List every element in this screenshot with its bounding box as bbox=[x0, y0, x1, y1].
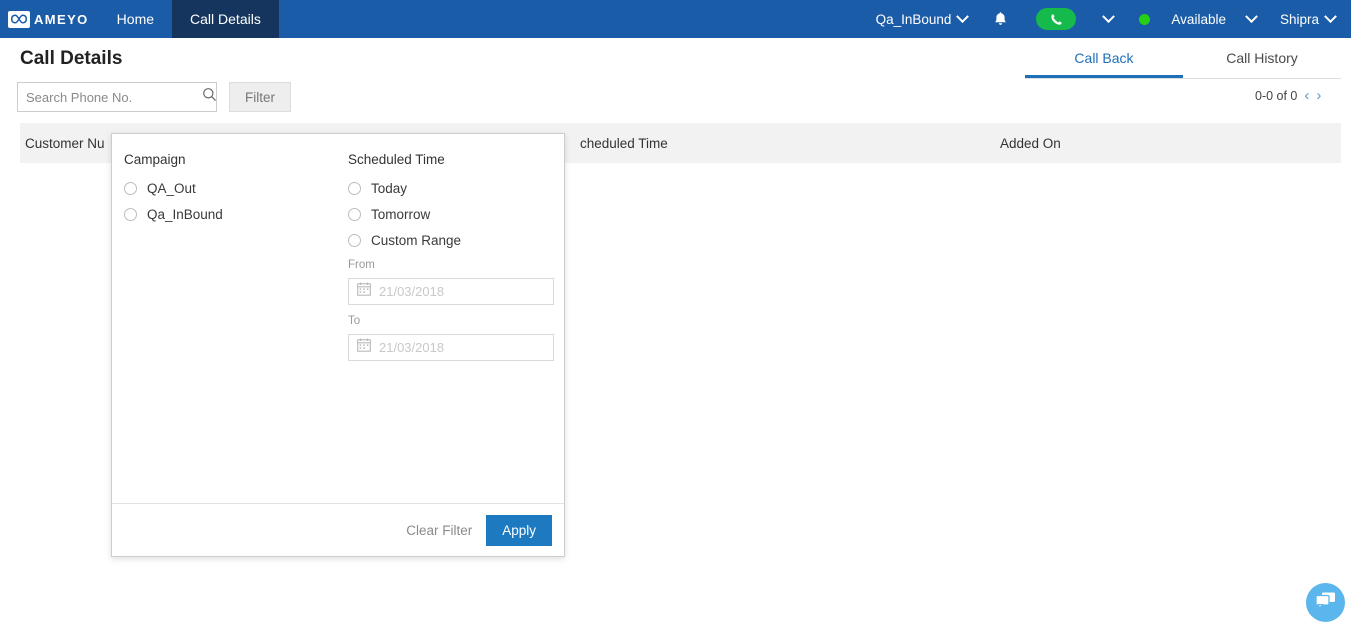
search-toolbar: Filter bbox=[17, 82, 291, 112]
filter-panel-footer: Clear Filter Apply bbox=[112, 503, 564, 556]
filter-group-campaign: Campaign QA_Out Qa_InBound bbox=[124, 152, 344, 233]
filter-panel-body: Campaign QA_Out Qa_InBound Scheduled Tim… bbox=[112, 134, 564, 503]
brand-name: AMEYO bbox=[34, 12, 89, 27]
filter-group-campaign-heading: Campaign bbox=[124, 152, 344, 167]
status-indicator-dot bbox=[1139, 14, 1150, 25]
nav-item-home[interactable]: Home bbox=[99, 0, 172, 38]
tab-call-back-label: Call Back bbox=[1074, 50, 1133, 66]
filter-button-label: Filter bbox=[245, 90, 275, 105]
radio-option-custom-range-label: Custom Range bbox=[371, 233, 461, 248]
filter-button[interactable]: Filter bbox=[229, 82, 291, 112]
radio-button-icon[interactable] bbox=[348, 234, 361, 247]
pagination-prev-button[interactable]: ‹ bbox=[1304, 88, 1309, 103]
radio-option-today[interactable]: Today bbox=[348, 181, 558, 196]
filter-group-scheduled-time-heading: Scheduled Time bbox=[348, 152, 558, 167]
from-date-placeholder: 21/03/2018 bbox=[379, 284, 444, 299]
nav-item-call-details-label: Call Details bbox=[190, 11, 261, 27]
page-title: Call Details bbox=[20, 48, 122, 70]
chat-widget-button[interactable] bbox=[1306, 583, 1345, 622]
calendar-icon bbox=[357, 282, 371, 301]
tab-call-history[interactable]: Call History bbox=[1183, 42, 1341, 78]
ameyo-infinity-icon bbox=[8, 11, 30, 28]
from-date-input[interactable]: 21/03/2018 bbox=[348, 278, 554, 305]
radio-option-qa-inbound[interactable]: Qa_InBound bbox=[124, 207, 344, 222]
view-tabs: Call Back Call History bbox=[1025, 42, 1341, 79]
chevron-down-icon bbox=[1245, 10, 1258, 23]
campaign-selector[interactable]: Qa_InBound bbox=[864, 0, 980, 38]
brand-logo[interactable]: AMEYO bbox=[0, 0, 99, 38]
apply-button[interactable]: Apply bbox=[486, 515, 552, 546]
radio-option-qa-inbound-label: Qa_InBound bbox=[147, 207, 223, 222]
pagination-range: 0-0 of 0 bbox=[1255, 89, 1297, 103]
radio-button-icon[interactable] bbox=[348, 208, 361, 221]
nav-item-call-details[interactable]: Call Details bbox=[172, 0, 279, 38]
pagination: 0-0 of 0 ‹ › bbox=[1255, 88, 1321, 103]
radio-option-qa-out[interactable]: QA_Out bbox=[124, 181, 344, 196]
pagination-next-button[interactable]: › bbox=[1316, 88, 1321, 103]
user-menu[interactable]: Shipra bbox=[1268, 0, 1351, 38]
nav-item-home-label: Home bbox=[117, 11, 154, 27]
radio-option-today-label: Today bbox=[371, 181, 407, 196]
chevron-down-icon bbox=[957, 10, 970, 23]
column-header-added-on: Added On bbox=[1000, 136, 1061, 151]
phone-handset-icon bbox=[1036, 8, 1076, 30]
availability-selector[interactable]: Available bbox=[1127, 0, 1268, 38]
clear-filter-button[interactable]: Clear Filter bbox=[406, 523, 472, 538]
radio-option-custom-range[interactable]: Custom Range bbox=[348, 233, 558, 248]
from-field-label: From bbox=[348, 259, 558, 271]
tab-call-back[interactable]: Call Back bbox=[1025, 42, 1183, 78]
top-navigation-bar: AMEYO Home Call Details Qa_InBound A bbox=[0, 0, 1351, 38]
chat-bubbles-icon bbox=[1315, 591, 1336, 615]
column-header-scheduled-time: cheduled Time bbox=[580, 136, 668, 151]
calendar-icon bbox=[357, 338, 371, 357]
radio-button-icon[interactable] bbox=[124, 182, 137, 195]
radio-button-icon[interactable] bbox=[124, 208, 137, 221]
filter-group-scheduled-time: Scheduled Time Today Tomorrow Custom Ran… bbox=[348, 152, 558, 361]
chevron-down-icon bbox=[1103, 10, 1116, 23]
user-menu-label: Shipra bbox=[1280, 12, 1319, 27]
radio-option-qa-out-label: QA_Out bbox=[147, 181, 196, 196]
to-date-input[interactable]: 21/03/2018 bbox=[348, 334, 554, 361]
radio-option-tomorrow[interactable]: Tomorrow bbox=[348, 207, 558, 222]
call-button[interactable] bbox=[1022, 0, 1090, 38]
search-icon[interactable] bbox=[202, 87, 217, 107]
tab-call-history-label: Call History bbox=[1226, 50, 1298, 66]
search-input-wrapper[interactable] bbox=[17, 82, 217, 112]
column-header-customer-number: Customer Nu bbox=[25, 136, 105, 151]
topbar-spacer bbox=[279, 0, 864, 38]
filter-panel: Campaign QA_Out Qa_InBound Scheduled Tim… bbox=[111, 133, 565, 557]
call-options-dropdown[interactable] bbox=[1090, 0, 1127, 38]
to-date-placeholder: 21/03/2018 bbox=[379, 340, 444, 355]
campaign-selector-label: Qa_InBound bbox=[876, 12, 952, 27]
radio-button-icon[interactable] bbox=[348, 182, 361, 195]
availability-label: Available bbox=[1171, 12, 1226, 27]
chevron-down-icon bbox=[1324, 10, 1337, 23]
notifications-button[interactable] bbox=[979, 0, 1022, 38]
bell-icon bbox=[993, 11, 1008, 27]
search-input[interactable] bbox=[26, 90, 202, 105]
to-field-label: To bbox=[348, 315, 558, 327]
radio-option-tomorrow-label: Tomorrow bbox=[371, 207, 430, 222]
